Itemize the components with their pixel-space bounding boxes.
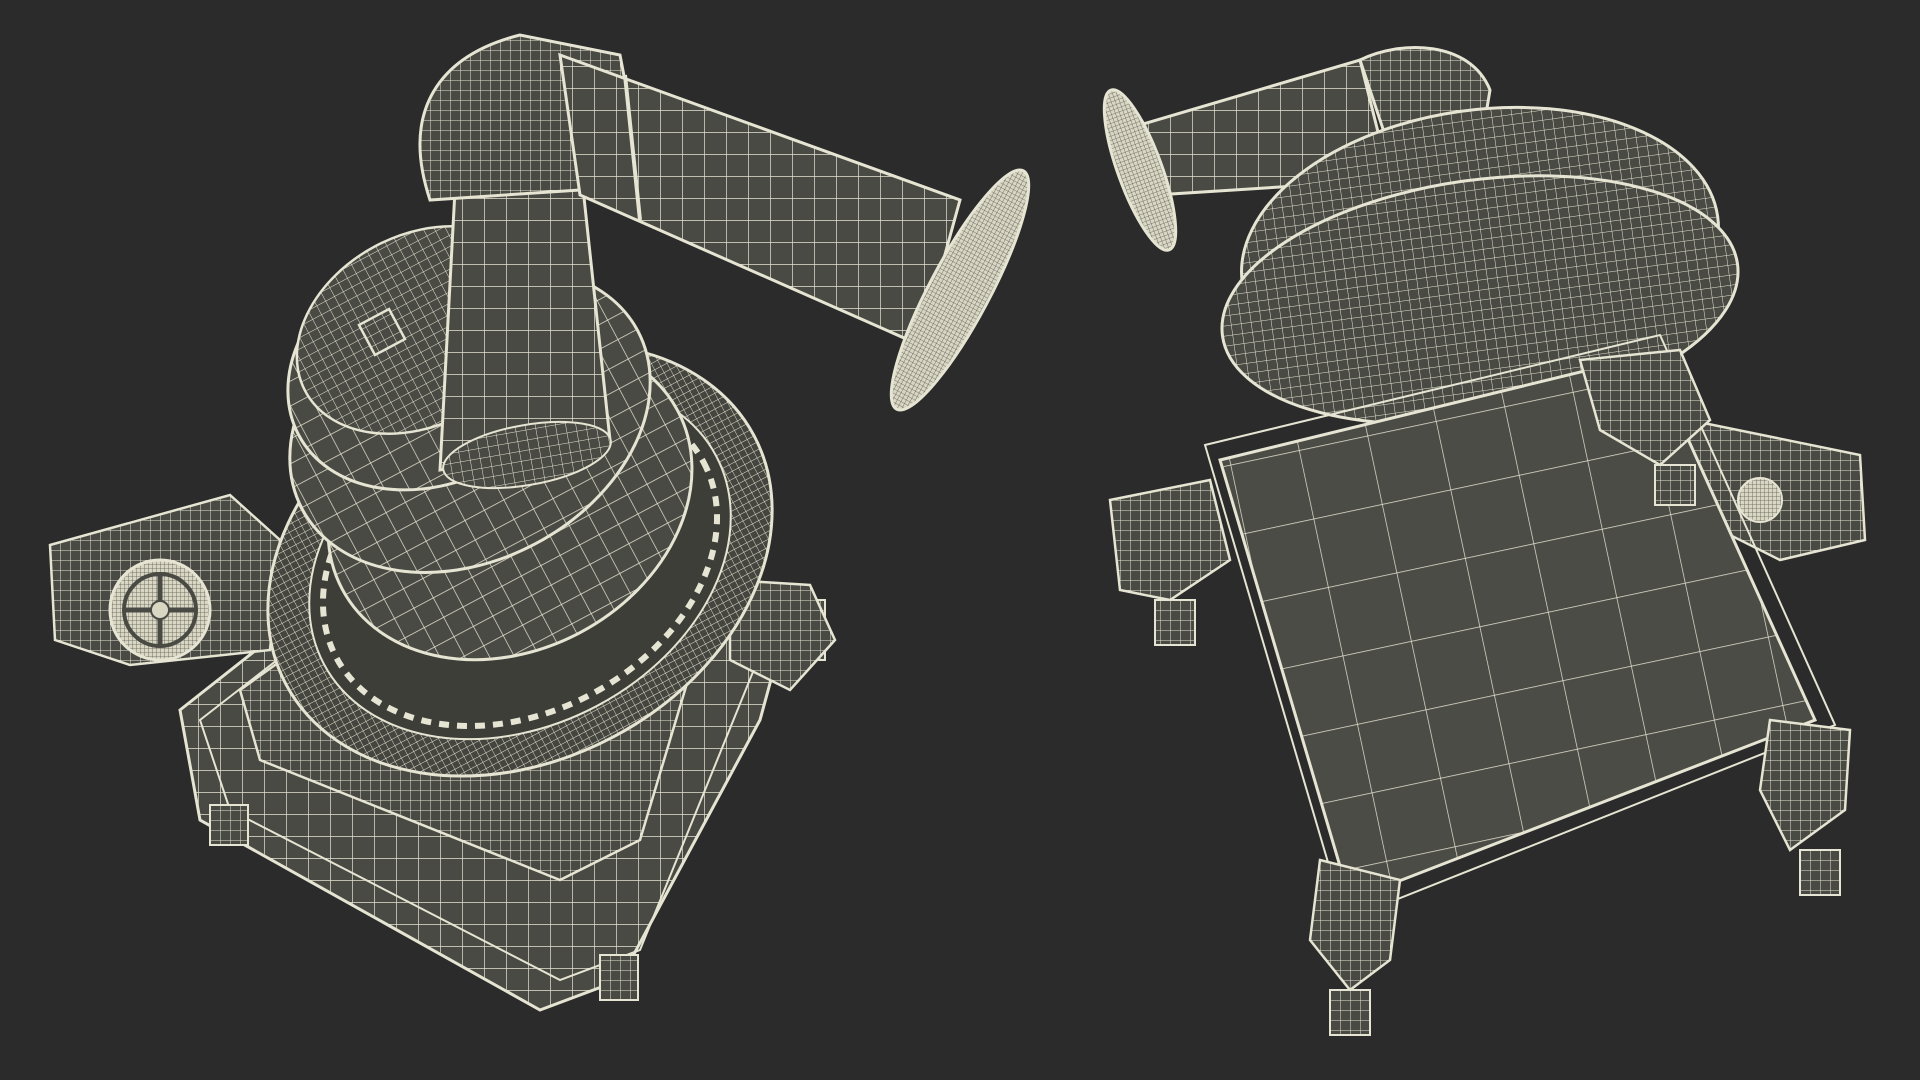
foot-pad xyxy=(1654,464,1696,506)
base-underside xyxy=(1203,333,1837,922)
foot-pad xyxy=(1329,989,1371,1036)
bottom-view-drawing xyxy=(1102,46,1867,1036)
top-view-drawing xyxy=(48,33,1031,1012)
foot xyxy=(1758,718,1852,852)
foot-pad xyxy=(1799,849,1841,896)
valve-wheel-icon xyxy=(1737,477,1783,523)
condenser-pipe xyxy=(558,52,962,348)
side-bracket-left xyxy=(48,493,282,667)
foot xyxy=(1108,478,1232,602)
foot xyxy=(209,804,249,846)
render-viewport xyxy=(0,0,1920,1080)
wireframe-render-bottom-view xyxy=(1060,0,1920,1080)
foot xyxy=(599,954,639,1001)
vertical-pipe xyxy=(438,158,612,490)
foot xyxy=(1308,858,1402,992)
foot-pad xyxy=(1154,599,1196,646)
wireframe-render-top-view xyxy=(0,0,1060,1080)
